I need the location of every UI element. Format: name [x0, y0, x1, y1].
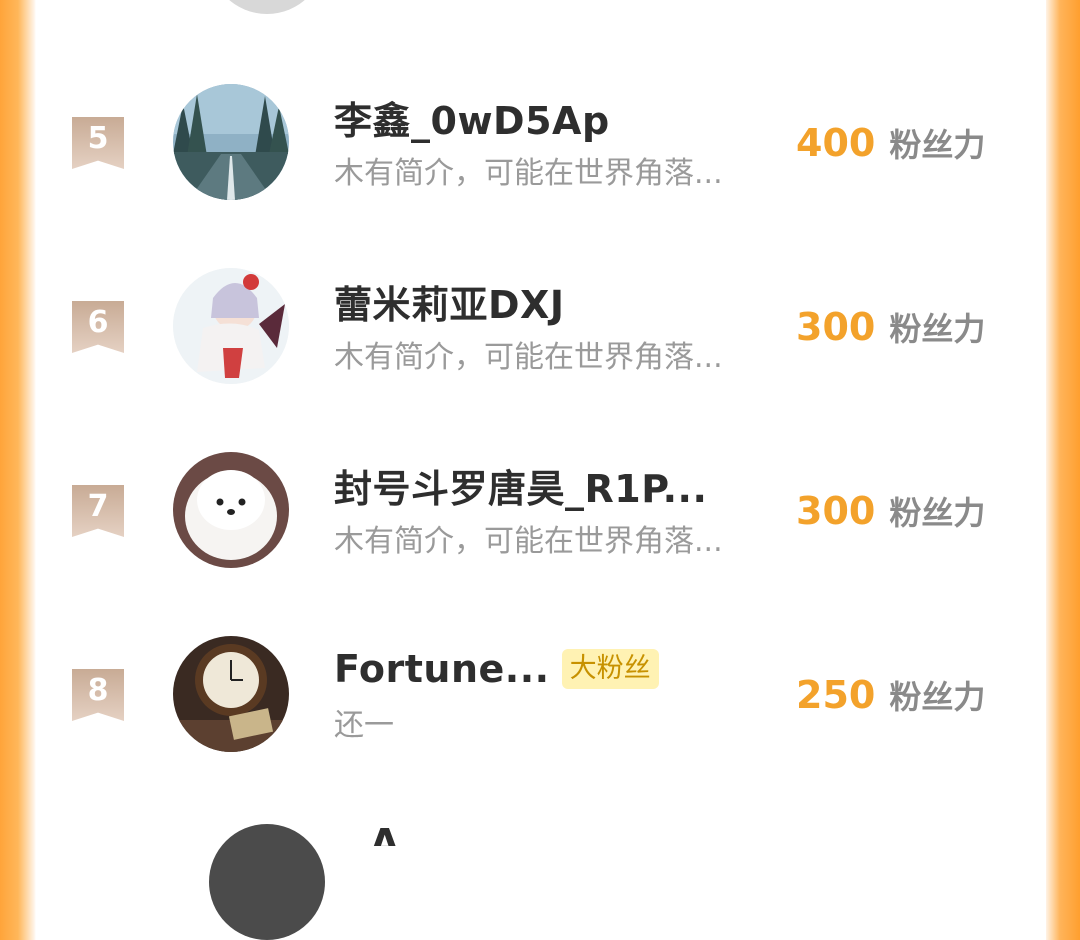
user-bio: 木有简介，可能在世界角落...	[334, 524, 723, 559]
user-name-partial-text: A	[370, 826, 610, 846]
fan-power-value: 400	[796, 121, 876, 165]
fan-power: 300 粉丝力	[796, 304, 985, 350]
fan-power: 400 粉丝力	[796, 120, 985, 166]
rank-number: 5	[87, 121, 109, 156]
list-item[interactable]: 7 封号斗罗唐昊_R1P... 木有简介，可能在世界角落... 300 粉丝力	[36, 452, 1046, 602]
user-name[interactable]: 封号斗罗唐昊_R1P...	[334, 458, 707, 513]
avatar[interactable]	[173, 636, 289, 752]
avatar[interactable]	[173, 84, 289, 200]
rank-badge: 6	[72, 301, 124, 353]
user-bio: 还一	[334, 708, 394, 743]
avatar-rank-4-partial[interactable]	[209, 0, 325, 14]
fan-ranking-list: 5 李鑫_0wD5Ap 木有简介，可能在世界角落... 400 粉丝力 6 蕾米…	[36, 0, 1046, 940]
avatar-rank-9-partial[interactable]	[209, 824, 325, 940]
rank-badge: 7	[72, 485, 124, 537]
rank-number: 8	[87, 673, 109, 708]
avatar[interactable]	[173, 268, 289, 384]
rank-number: 6	[87, 305, 109, 340]
avatar[interactable]	[173, 452, 289, 568]
rank-badge: 5	[72, 117, 124, 169]
list-item[interactable]: 6 蕾米莉亚DXJ 木有简介，可能在世界角落... 300 粉丝力	[36, 268, 1046, 418]
user-bio: 木有简介，可能在世界角落...	[334, 340, 723, 375]
fan-power: 250 粉丝力	[796, 672, 985, 718]
user-name-partial[interactable]: A	[370, 826, 610, 846]
fan-power-value: 250	[796, 673, 876, 717]
user-bio: 木有简介，可能在世界角落...	[334, 156, 723, 191]
fan-power-unit: 粉丝力	[889, 126, 986, 164]
user-name[interactable]: Fortune...	[334, 647, 550, 691]
fan-power-unit: 粉丝力	[889, 678, 986, 716]
fan-power-unit: 粉丝力	[889, 494, 986, 532]
big-fan-badge: 大粉丝	[561, 649, 659, 689]
list-item[interactable]: 5 李鑫_0wD5Ap 木有简介，可能在世界角落... 400 粉丝力	[36, 84, 1046, 234]
user-name[interactable]: 蕾米莉亚DXJ	[334, 274, 564, 329]
fan-power: 300 粉丝力	[796, 488, 985, 534]
rank-number: 7	[87, 489, 109, 524]
user-name[interactable]: 李鑫_0wD5Ap	[334, 90, 610, 145]
list-item[interactable]: 8 Fortune... 大粉丝 还一 250 粉丝力	[36, 636, 1046, 786]
fan-power-value: 300	[796, 305, 876, 349]
fan-power-value: 300	[796, 489, 876, 533]
fan-power-unit: 粉丝力	[889, 310, 986, 348]
rank-badge: 8	[72, 669, 124, 721]
